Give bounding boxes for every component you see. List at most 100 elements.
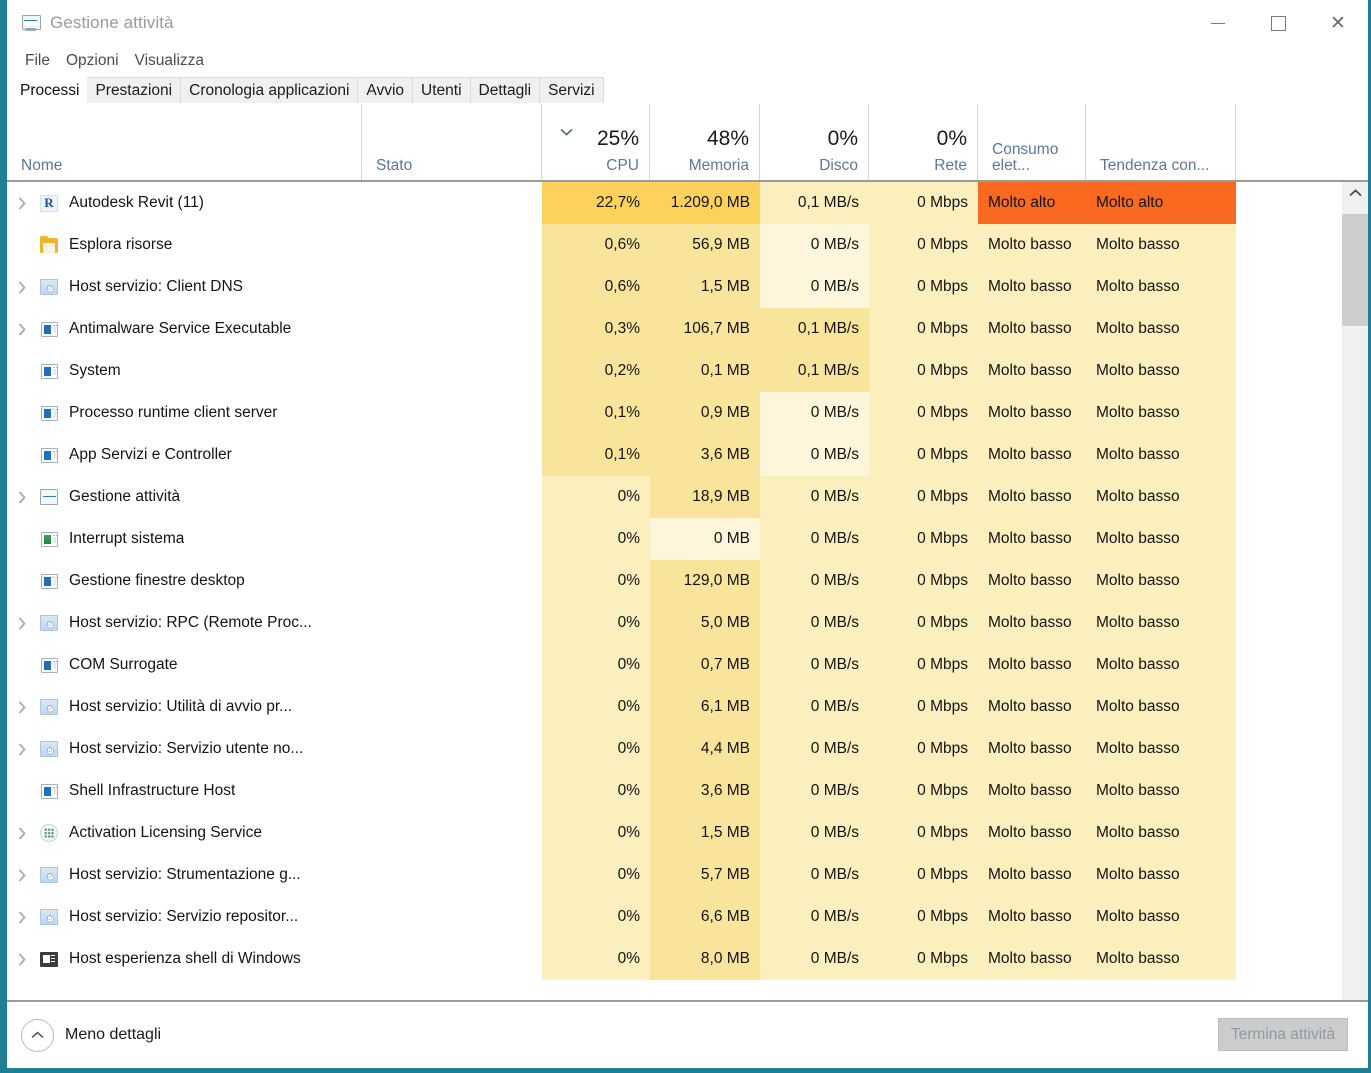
tab-prestazioni[interactable]: Prestazioni: [86, 77, 182, 104]
column-header-nome[interactable]: Nome: [7, 104, 362, 180]
maximize-button[interactable]: [1248, 0, 1308, 46]
column-header-disco[interactable]: 0% Disco: [760, 104, 869, 180]
tab-cronologia-applicazioni[interactable]: Cronologia applicazioni: [180, 77, 359, 104]
close-button[interactable]: ✕: [1308, 0, 1368, 46]
menu-item-file[interactable]: File: [17, 50, 58, 72]
cell-pwt: Molto basso: [1086, 644, 1236, 686]
table-row[interactable]: System 0,2% 0,1 MB 0,1 MB/s 0 Mbps Molto bass…: [7, 350, 1342, 392]
expand-chevron-icon[interactable]: [7, 868, 37, 882]
dark-window-icon: [37, 951, 61, 967]
cell-cpu: 0%: [542, 896, 650, 938]
table-row[interactable]: Host servizio: Strumentazione g... 0% 5,7 …: [7, 854, 1342, 896]
cell-disk: 0 MB/s: [760, 770, 869, 812]
cell-cpu: 22,7%: [542, 182, 650, 224]
expand-chevron-icon[interactable]: [7, 196, 37, 210]
table-row[interactable]: Interrupt sistema 0% 0 MB 0 MB/s 0 Mbps Molto…: [7, 518, 1342, 560]
table-row[interactable]: Host servizio: Client DNS 0,6% 1,5 MB 0 MB/…: [7, 266, 1342, 308]
column-header-tendenza-consumo[interactable]: Tendenza con...: [1086, 104, 1236, 180]
table-row[interactable]: Activation Licensing Service 0% 1,5 MB 0 MB…: [7, 812, 1342, 854]
cell-disk: 0,1 MB/s: [760, 308, 869, 350]
menu-item-visualizza[interactable]: Visualizza: [127, 50, 213, 72]
table-row[interactable]: Esplora risorse 0,6% 56,9 MB 0 MB/s 0 Mbps Mo…: [7, 224, 1342, 266]
cell-filler: [1236, 182, 1342, 224]
scrollbar-thumb[interactable]: [1342, 214, 1368, 326]
window-icon: [37, 783, 61, 799]
chevron-up-icon: [21, 1018, 54, 1052]
cell-filler: [1236, 812, 1342, 854]
table-row[interactable]: Gestione attività 0% 18,9 MB 0 MB/s 0 Mbps Mo…: [7, 476, 1342, 518]
process-name: Interrupt sistema: [69, 530, 185, 547]
cell-nome: Interrupt sistema: [7, 518, 362, 560]
cell-disk: 0 MB/s: [760, 644, 869, 686]
cell-pwt: Molto basso: [1086, 686, 1236, 728]
table-row[interactable]: Processo runtime client server 0,1% 0,9 MB…: [7, 392, 1342, 434]
table-row[interactable]: R Autodesk Revit (11) 22,7% 1.209,0 MB 0,1 M…: [7, 182, 1342, 224]
cell-disk: 0 MB/s: [760, 686, 869, 728]
table-row[interactable]: Host servizio: RPC (Remote Proc... 0% 5,0 …: [7, 602, 1342, 644]
tab-dettagli[interactable]: Dettagli: [469, 77, 541, 104]
tab-avvio[interactable]: Avvio: [357, 77, 414, 104]
cell-filler: [1236, 224, 1342, 266]
expand-chevron-icon[interactable]: [7, 322, 37, 336]
cell-pw: Molto basso: [978, 224, 1086, 266]
table-row[interactable]: Gestione finestre desktop 0% 129,0 MB 0 MB/…: [7, 560, 1342, 602]
cell-nome: R Autodesk Revit (11): [7, 182, 362, 224]
scrollbar-track[interactable]: [1342, 204, 1368, 1000]
cell-nome: App Servizi e Controller: [7, 434, 362, 476]
column-header-consumo-elettrico[interactable]: Consumo elet...: [978, 104, 1086, 180]
cell-filler: [1236, 938, 1342, 980]
process-name: Host servizio: Servizio repositor...: [69, 908, 299, 925]
cell-pwt: Molto basso: [1086, 938, 1236, 980]
table-row[interactable]: Host esperienza shell di Windows 0% 8,0 MB…: [7, 938, 1342, 980]
cell-filler: [1236, 266, 1342, 308]
cell-nome: Host servizio: Servizio utente no...: [7, 728, 362, 770]
minimize-button[interactable]: [1188, 0, 1248, 46]
cell-filler: [1236, 434, 1342, 476]
cell-net: 0 Mbps: [869, 308, 978, 350]
cell-pw: Molto basso: [978, 518, 1086, 560]
process-name: Host servizio: Client DNS: [69, 278, 243, 295]
scroll-up-arrow-icon[interactable]: [1342, 182, 1368, 204]
expand-chevron-icon[interactable]: [7, 826, 37, 840]
cell-pw: Molto basso: [978, 392, 1086, 434]
cell-pw: Molto basso: [978, 938, 1086, 980]
column-header-cpu[interactable]: 25% CPU: [542, 104, 650, 180]
cell-nome: Gestione finestre desktop: [7, 560, 362, 602]
vertical-scrollbar[interactable]: [1342, 182, 1368, 1002]
table-row[interactable]: COM Surrogate 0% 0,7 MB 0 MB/s 0 Mbps Molto b…: [7, 644, 1342, 686]
tab-servizi[interactable]: Servizi: [539, 77, 604, 104]
expand-chevron-icon[interactable]: [7, 490, 37, 504]
table-row[interactable]: Host servizio: Servizio utente no... 0% 4,…: [7, 728, 1342, 770]
column-header-stato[interactable]: Stato: [362, 104, 542, 180]
close-icon: ✕: [1330, 11, 1346, 34]
cell-filler: [1236, 308, 1342, 350]
table-row[interactable]: App Servizi e Controller 0,1% 3,6 MB 0 MB/s…: [7, 434, 1342, 476]
expand-chevron-icon[interactable]: [7, 700, 37, 714]
process-grid: Nome Stato 25% CPU 48% Memoria 0% Disco: [7, 104, 1368, 1002]
tab-processi[interactable]: Processi: [12, 77, 88, 104]
cell-pwt: Molto basso: [1086, 518, 1236, 560]
menu-item-opzioni[interactable]: Opzioni: [58, 50, 127, 72]
expand-chevron-icon[interactable]: [7, 910, 37, 924]
table-row[interactable]: Antimalware Service Executable 0,3% 106,7 …: [7, 308, 1342, 350]
cell-pwt: Molto basso: [1086, 224, 1236, 266]
less-details-button[interactable]: Meno dettagli: [21, 1018, 161, 1052]
cell-stato: [362, 392, 542, 434]
cell-disk: 0,1 MB/s: [760, 350, 869, 392]
column-header-memoria[interactable]: 48% Memoria: [650, 104, 760, 180]
expand-chevron-icon[interactable]: [7, 742, 37, 756]
tab-utenti[interactable]: Utenti: [412, 77, 471, 104]
cell-disk: 0 MB/s: [760, 392, 869, 434]
end-task-button[interactable]: Termina attività: [1218, 1018, 1348, 1051]
cell-nome: Shell Infrastructure Host: [7, 770, 362, 812]
column-header-rete[interactable]: 0% Rete: [869, 104, 978, 180]
table-row[interactable]: Host servizio: Utilità di avvio pr... 0% 6…: [7, 686, 1342, 728]
cell-pw: Molto basso: [978, 434, 1086, 476]
expand-chevron-icon[interactable]: [7, 952, 37, 966]
expand-chevron-icon[interactable]: [7, 616, 37, 630]
table-row[interactable]: Host servizio: Servizio repositor... 0% 6,…: [7, 896, 1342, 938]
cell-nome: Host servizio: Servizio repositor...: [7, 896, 362, 938]
cell-stato: [362, 434, 542, 476]
table-row[interactable]: Shell Infrastructure Host 0% 3,6 MB 0 MB/s 0…: [7, 770, 1342, 812]
expand-chevron-icon[interactable]: [7, 280, 37, 294]
